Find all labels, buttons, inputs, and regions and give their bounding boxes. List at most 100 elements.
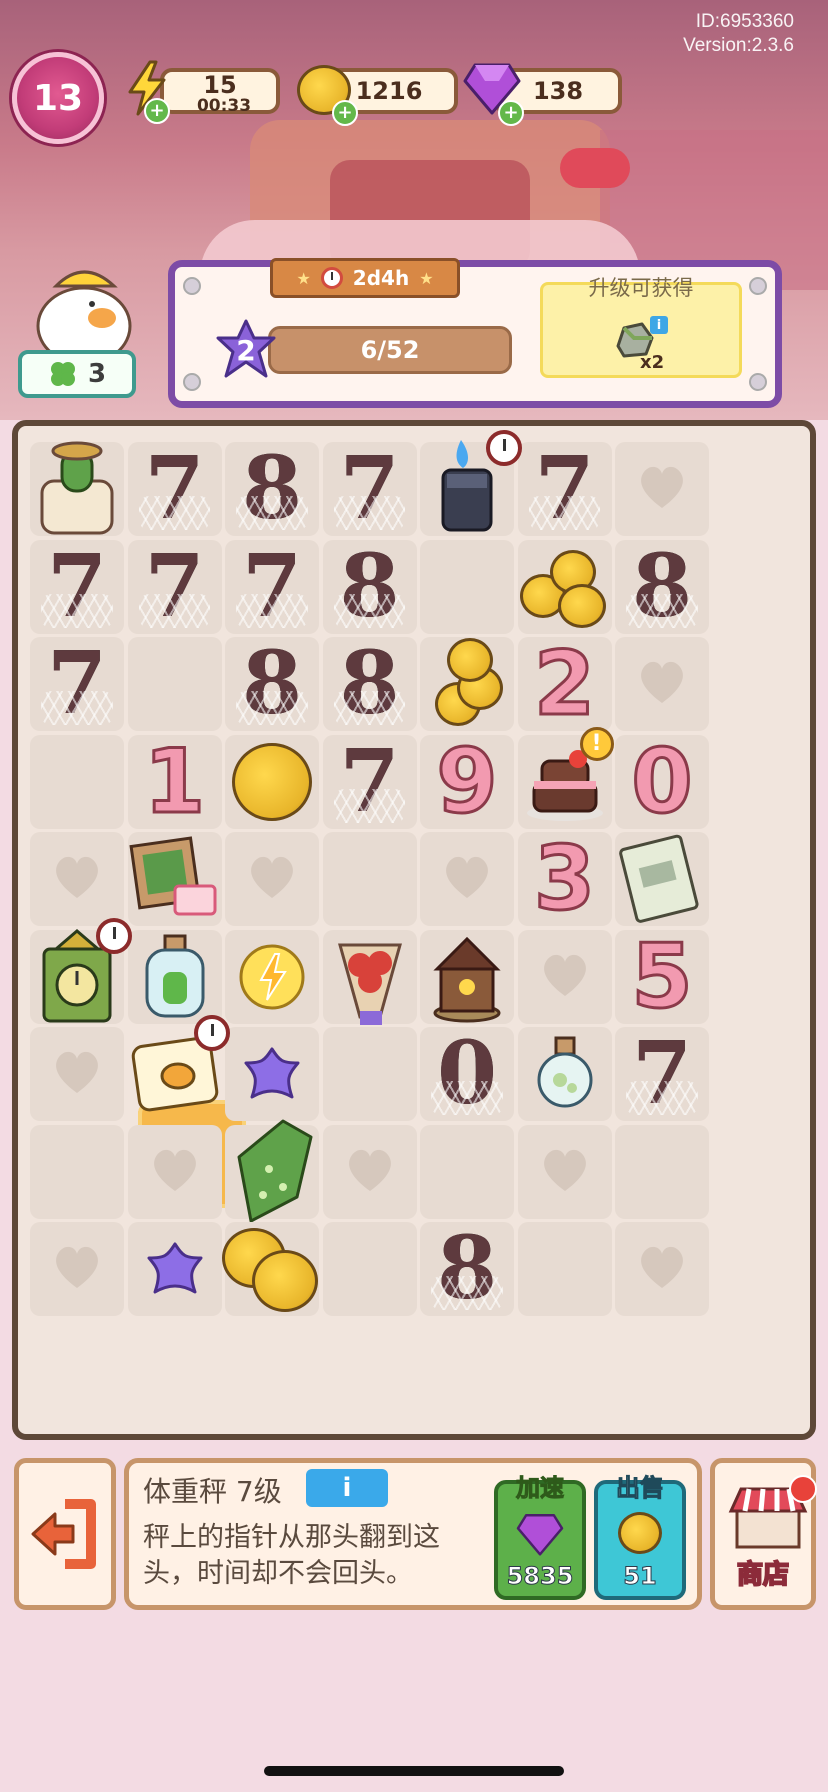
- webbed-number-8-item[interactable]: 8: [333, 641, 406, 727]
- board-cell-r3-c6[interactable]: 2: [517, 637, 612, 731]
- board-cell-r3-c7[interactable]: [615, 637, 709, 731]
- webbed-number-0-item[interactable]: 0: [431, 1031, 503, 1117]
- board-cell-r3-c2[interactable]: [127, 637, 222, 731]
- board-cell-r1-c3[interactable]: 8: [225, 442, 319, 536]
- bouquet-item[interactable]: [324, 925, 416, 1029]
- board-cell-r2-c4[interactable]: 8: [322, 539, 417, 634]
- notebook-item[interactable]: [616, 833, 708, 925]
- webbed-number-8-item[interactable]: 8: [236, 446, 308, 532]
- board-cell-r5-c6[interactable]: 3: [517, 832, 612, 926]
- board-cell-r4-c2[interactable]: 1: [127, 734, 222, 829]
- webbed-number-7-item[interactable]: 7: [333, 446, 406, 532]
- board-cell-r1-c7[interactable]: [615, 442, 709, 536]
- board-cell-r7-c5[interactable]: 0: [420, 1027, 514, 1121]
- board-cell-r9-c3[interactable]: [222, 1222, 322, 1316]
- coins-stack-item[interactable]: [519, 544, 610, 630]
- board-cell-r9-c5[interactable]: 8: [420, 1222, 514, 1316]
- purple-star-item[interactable]: [242, 1045, 302, 1103]
- board-cell-r1-c6[interactable]: 7: [517, 442, 612, 536]
- coin-item[interactable]: [232, 742, 312, 821]
- board-cell-r4-c3[interactable]: [225, 734, 319, 829]
- candle-number-1-item[interactable]: 1: [142, 736, 206, 827]
- bottle-item[interactable]: [137, 932, 213, 1022]
- item-info-button[interactable]: i: [306, 1469, 388, 1507]
- webbed-number-7-item[interactable]: 7: [528, 446, 601, 532]
- candle-number-5-item[interactable]: 5: [630, 931, 694, 1022]
- speedup-button[interactable]: 加速 5835: [494, 1474, 586, 1600]
- board-cell-r7-c6[interactable]: [517, 1027, 612, 1121]
- board-cell-r7-c7[interactable]: 7: [615, 1027, 709, 1121]
- webbed-number-7-item[interactable]: 7: [138, 446, 211, 532]
- player-level-badge[interactable]: 13: [12, 52, 104, 144]
- board-cell-r2-c1[interactable]: 7: [30, 539, 124, 634]
- board-cell-r5-c3[interactable]: [225, 832, 319, 926]
- add-energy-button[interactable]: +: [144, 98, 170, 124]
- board-cell-r9-c2[interactable]: [127, 1222, 222, 1316]
- board-cell-r8-c4[interactable]: [322, 1124, 417, 1219]
- board-cell-r4-c7[interactable]: 0: [615, 734, 709, 829]
- webbed-number-8-item[interactable]: 8: [236, 641, 308, 727]
- webbed-number-7-item[interactable]: 7: [333, 738, 406, 825]
- energy-coin-item[interactable]: [237, 942, 307, 1012]
- board-cell-r6-c2[interactable]: [127, 929, 222, 1024]
- board-cell-r9-c6[interactable]: [517, 1222, 612, 1316]
- leaf-bag-item[interactable]: [227, 1117, 317, 1227]
- clover-counter[interactable]: 3: [18, 350, 136, 398]
- board-cell-r1-c4[interactable]: 7: [322, 442, 417, 536]
- webbed-number-8-item[interactable]: 8: [333, 543, 406, 630]
- board-cell-r1-c1[interactable]: [30, 441, 124, 537]
- webbed-number-7-item[interactable]: 7: [236, 543, 308, 630]
- board-cell-r1-c2[interactable]: 7: [127, 442, 222, 536]
- board-cell-r7-c1[interactable]: [30, 1027, 124, 1121]
- board-cell-r6-c4[interactable]: [322, 929, 417, 1025]
- board-cell-r2-c2[interactable]: 7: [127, 539, 222, 634]
- board-cell-r9-c4[interactable]: [322, 1222, 417, 1316]
- coins-tall-item[interactable]: [427, 636, 507, 732]
- board-cell-r8-c1[interactable]: [30, 1124, 124, 1219]
- webbed-number-7-item[interactable]: 7: [41, 641, 113, 727]
- webbed-number-8-item[interactable]: 8: [431, 1226, 503, 1312]
- board-cell-r4-c1[interactable]: [30, 734, 124, 829]
- cactus-jar-item[interactable]: [32, 441, 122, 537]
- shop-button[interactable]: 商店: [710, 1458, 817, 1610]
- board-cell-r8-c5[interactable]: [420, 1124, 514, 1219]
- board-cell-r5-c5[interactable]: [420, 832, 514, 926]
- webbed-number-7-item[interactable]: 7: [626, 1031, 698, 1117]
- board-cell-r5-c1[interactable]: [30, 832, 124, 926]
- board-cell-r3-c3[interactable]: 8: [225, 637, 319, 731]
- board-cell-r2-c5[interactable]: [420, 539, 514, 634]
- board-cell-r5-c4[interactable]: [322, 832, 417, 926]
- board-cell-r7-c3[interactable]: [225, 1027, 319, 1121]
- board-cell-r4-c5[interactable]: 9: [420, 734, 514, 829]
- board-cell-r5-c2[interactable]: [127, 832, 222, 926]
- add-gems-button[interactable]: +: [498, 100, 524, 126]
- board-cell-r3-c4[interactable]: 8: [322, 637, 417, 731]
- reward-info-icon[interactable]: i: [650, 316, 668, 334]
- exit-button[interactable]: [14, 1458, 116, 1610]
- board-cell-r2-c6[interactable]: [517, 539, 612, 634]
- candle-number-9-item[interactable]: 9: [435, 736, 499, 827]
- sell-button[interactable]: 出售 51: [594, 1474, 686, 1600]
- board-cell-r3-c1[interactable]: 7: [30, 637, 124, 731]
- board-cell-r5-c7[interactable]: [615, 832, 709, 926]
- music-box-item[interactable]: [427, 929, 507, 1025]
- board-cell-r2-c3[interactable]: 7: [225, 539, 319, 634]
- coins-pair-item[interactable]: [222, 1224, 322, 1314]
- board-cell-r2-c7[interactable]: 8: [615, 539, 709, 634]
- board-cell-r8-c7[interactable]: [615, 1124, 709, 1219]
- board-cell-r3-c5[interactable]: [420, 637, 514, 731]
- board-cell-r8-c6[interactable]: [517, 1124, 612, 1219]
- board-cell-r7-c4[interactable]: [322, 1027, 417, 1121]
- candle-number-3-item[interactable]: 3: [532, 833, 596, 924]
- board-cell-r6-c5[interactable]: [420, 929, 514, 1025]
- candle-number-2-item[interactable]: 2: [532, 638, 596, 729]
- purple-star-item[interactable]: [145, 1240, 205, 1298]
- webbed-number-8-item[interactable]: 8: [626, 543, 698, 630]
- board-cell-r6-c7[interactable]: 5: [615, 929, 709, 1024]
- board-cell-r6-c6[interactable]: [517, 929, 612, 1024]
- candle-number-0-item[interactable]: 0: [630, 736, 694, 827]
- board-cell-r6-c3[interactable]: [225, 929, 319, 1024]
- webbed-number-7-item[interactable]: 7: [41, 543, 113, 630]
- board-cell-r8-c2[interactable]: [127, 1124, 222, 1219]
- bulb-item[interactable]: [532, 1034, 598, 1114]
